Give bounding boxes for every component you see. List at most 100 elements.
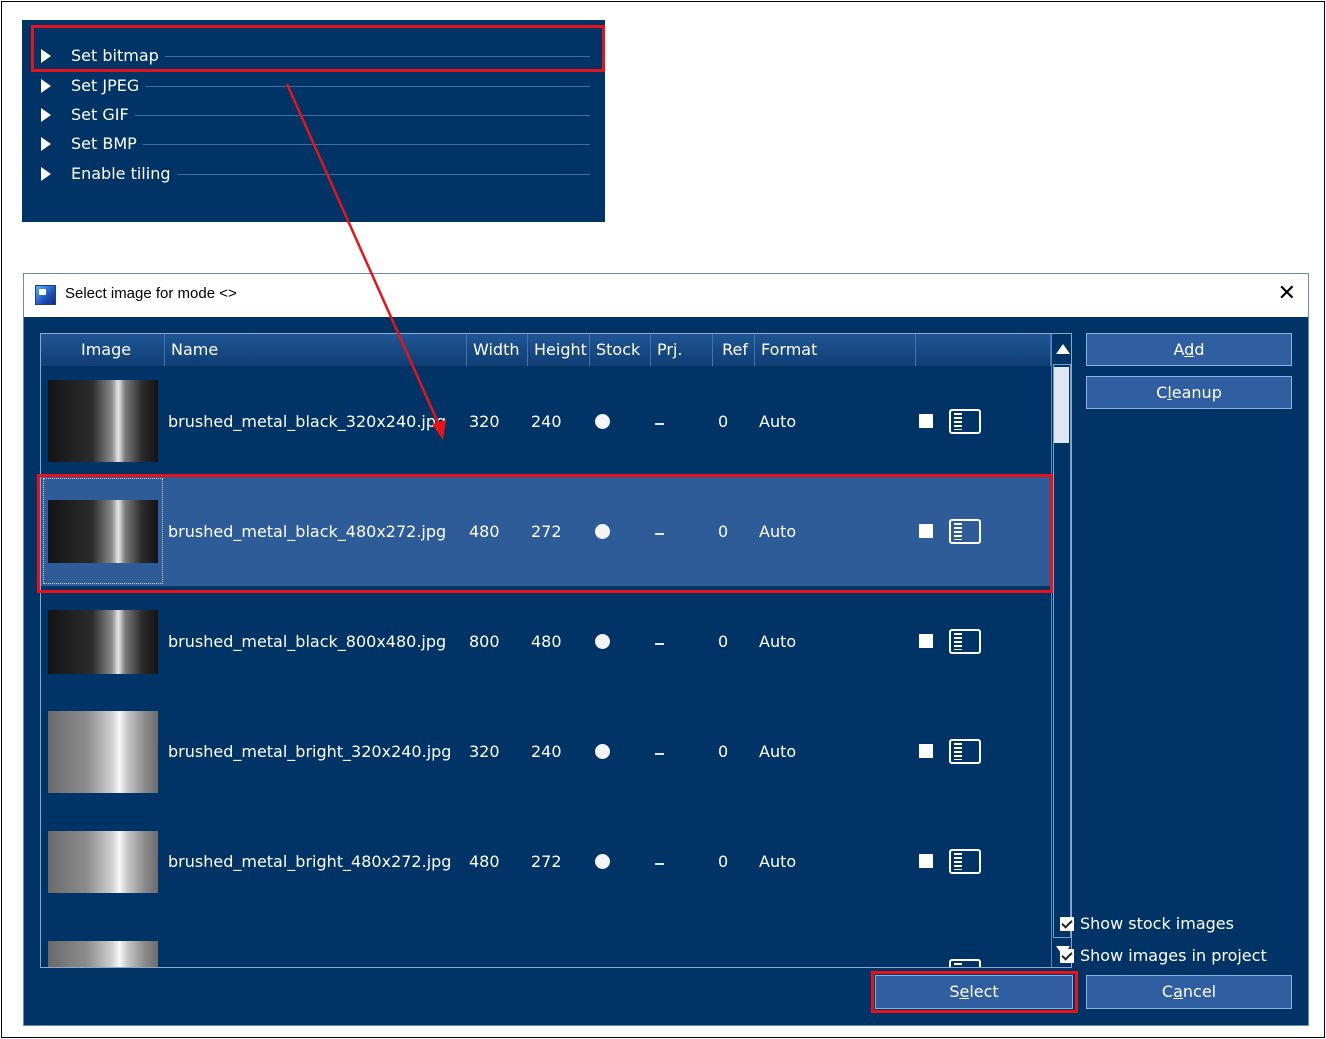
column-header-width[interactable]: Width xyxy=(467,334,528,366)
cell-prj xyxy=(655,423,664,425)
cell-name: brushed_metal_bright_320x240.jpg xyxy=(168,742,452,761)
cell-ref: 0 xyxy=(718,412,729,431)
stock-dot-icon xyxy=(595,634,610,649)
table-row[interactable]: brushed_metal_bright_320x240.jpg 320 240… xyxy=(41,696,1051,806)
cell-name: brushed_metal_black_320x240.jpg xyxy=(168,412,447,431)
prop-item-set-gif[interactable]: Set GIF xyxy=(22,101,605,129)
cell-name: brushed_metal_bright_480x272.jpg xyxy=(168,852,452,871)
cell-height: 272 xyxy=(531,852,562,871)
scroll-up-icon[interactable] xyxy=(1056,344,1070,354)
column-header-prj[interactable]: Prj. xyxy=(651,334,713,366)
memory-card-icon[interactable] xyxy=(949,629,981,654)
cell-ref: 0 xyxy=(718,852,729,871)
show-project-images-option[interactable]: Show images in project xyxy=(1060,946,1267,965)
table-row[interactable]: brushed_metal_bright_480x272.jpg 480 272… xyxy=(41,806,1051,916)
prop-item-label: Set GIF xyxy=(71,105,135,125)
divider xyxy=(71,144,590,145)
column-header-image[interactable]: Image xyxy=(41,334,165,366)
cleanup-button-label-rest: eanup xyxy=(1171,383,1222,402)
stock-dot-icon xyxy=(595,414,610,429)
cell-width: 320 xyxy=(469,412,500,431)
close-icon[interactable]: ✕ xyxy=(1278,281,1296,306)
highlight-box-select-button xyxy=(871,971,1078,1013)
column-header-extra[interactable] xyxy=(916,334,1051,366)
show-project-checkbox[interactable] xyxy=(1060,948,1074,963)
dialog-title: Select image for mode <> xyxy=(65,285,237,302)
app-icon xyxy=(35,285,56,305)
cell-name: brushed_metal_black_800x480.jpg xyxy=(168,632,447,651)
cell-height: 480 xyxy=(531,632,562,651)
row-checkbox[interactable] xyxy=(919,634,933,648)
memory-card-icon[interactable] xyxy=(949,959,981,967)
column-header-name[interactable]: Name xyxy=(165,334,467,366)
cancel-button-label: C xyxy=(1161,982,1174,1001)
expand-triangle-icon[interactable] xyxy=(41,137,51,151)
cell-width: 320 xyxy=(469,742,500,761)
divider xyxy=(71,86,590,87)
table-row[interactable]: brushed_metal_black_800x480.jpg 800 480 … xyxy=(41,586,1051,696)
highlight-box-selected-row xyxy=(37,474,1053,593)
cell-ref: 0 xyxy=(718,632,729,651)
expand-triangle-icon[interactable] xyxy=(41,108,51,122)
cell-height: 240 xyxy=(531,742,562,761)
scroll-track[interactable] xyxy=(1053,364,1071,938)
memory-card-icon[interactable] xyxy=(949,409,981,434)
image-thumbnail xyxy=(48,610,158,674)
prop-item-label: Set bitmap xyxy=(71,46,165,66)
row-checkbox[interactable] xyxy=(919,854,933,868)
stock-dot-icon xyxy=(595,744,610,759)
column-header-stock[interactable]: Stock xyxy=(590,334,651,366)
expand-triangle-icon[interactable] xyxy=(41,79,51,93)
scroll-thumb[interactable] xyxy=(1054,367,1069,443)
cell-prj xyxy=(655,643,664,645)
image-list[interactable]: Image Name Width Height Stock Prj. Ref F… xyxy=(40,333,1072,968)
prop-item-label: Enable tiling xyxy=(71,164,177,184)
row-checkbox[interactable] xyxy=(919,744,933,758)
cell-height: 240 xyxy=(531,412,562,431)
cancel-button[interactable]: Cancel xyxy=(1086,975,1292,1009)
list-header: Image Name Width Height Stock Prj. Ref F… xyxy=(41,334,1051,366)
column-header-height[interactable]: Height xyxy=(528,334,590,366)
image-thumbnail xyxy=(48,941,158,967)
expand-triangle-icon[interactable] xyxy=(41,167,51,181)
divider xyxy=(71,115,590,116)
cleanup-button-label: C xyxy=(1156,383,1168,402)
cell-format: Auto xyxy=(759,742,797,761)
cell-width: 480 xyxy=(469,852,500,871)
image-thumbnail xyxy=(48,831,158,893)
prop-item-set-jpeg[interactable]: Set JPEG xyxy=(22,72,605,100)
show-stock-checkbox[interactable] xyxy=(1060,916,1074,931)
prop-item-label: Set BMP xyxy=(71,134,143,154)
cell-ref: 0 xyxy=(718,742,729,761)
dialog-titlebar: Select image for mode <> ✕ xyxy=(24,274,1308,317)
show-project-label: Show images in project xyxy=(1080,946,1267,965)
image-thumbnail xyxy=(48,711,158,793)
table-row[interactable] xyxy=(41,916,1051,967)
add-button-label: A xyxy=(1173,340,1185,359)
memory-card-icon[interactable] xyxy=(949,739,981,764)
cell-format: Auto xyxy=(759,412,797,431)
prop-item-set-bmp[interactable]: Set BMP xyxy=(22,130,605,158)
column-header-ref[interactable]: Ref xyxy=(713,334,755,366)
memory-card-icon[interactable] xyxy=(949,849,981,874)
cleanup-button[interactable]: Cleanup xyxy=(1086,376,1292,409)
cell-width: 800 xyxy=(469,632,500,651)
cell-format: Auto xyxy=(759,852,797,871)
prop-item-enable-tiling[interactable]: Enable tiling xyxy=(22,160,605,188)
add-button[interactable]: Add xyxy=(1086,333,1292,366)
vertical-scrollbar[interactable] xyxy=(1051,334,1071,967)
image-thumbnail xyxy=(48,380,158,462)
table-row[interactable]: brushed_metal_black_320x240.jpg 320 240 … xyxy=(41,366,1051,476)
cancel-button-mnemonic: a xyxy=(1173,982,1183,1001)
add-button-label-rest: d xyxy=(1194,340,1205,359)
cell-format: Auto xyxy=(759,632,797,651)
show-stock-images-option[interactable]: Show stock images xyxy=(1060,914,1234,933)
cancel-button-label-rest: ncel xyxy=(1182,982,1217,1001)
stock-dot-icon xyxy=(595,854,610,869)
add-button-mnemonic: d xyxy=(1184,340,1195,359)
column-header-format[interactable]: Format xyxy=(755,334,916,366)
cell-prj xyxy=(655,863,664,865)
cell-prj xyxy=(655,753,664,755)
row-checkbox[interactable] xyxy=(919,414,933,428)
show-stock-label: Show stock images xyxy=(1080,914,1234,933)
